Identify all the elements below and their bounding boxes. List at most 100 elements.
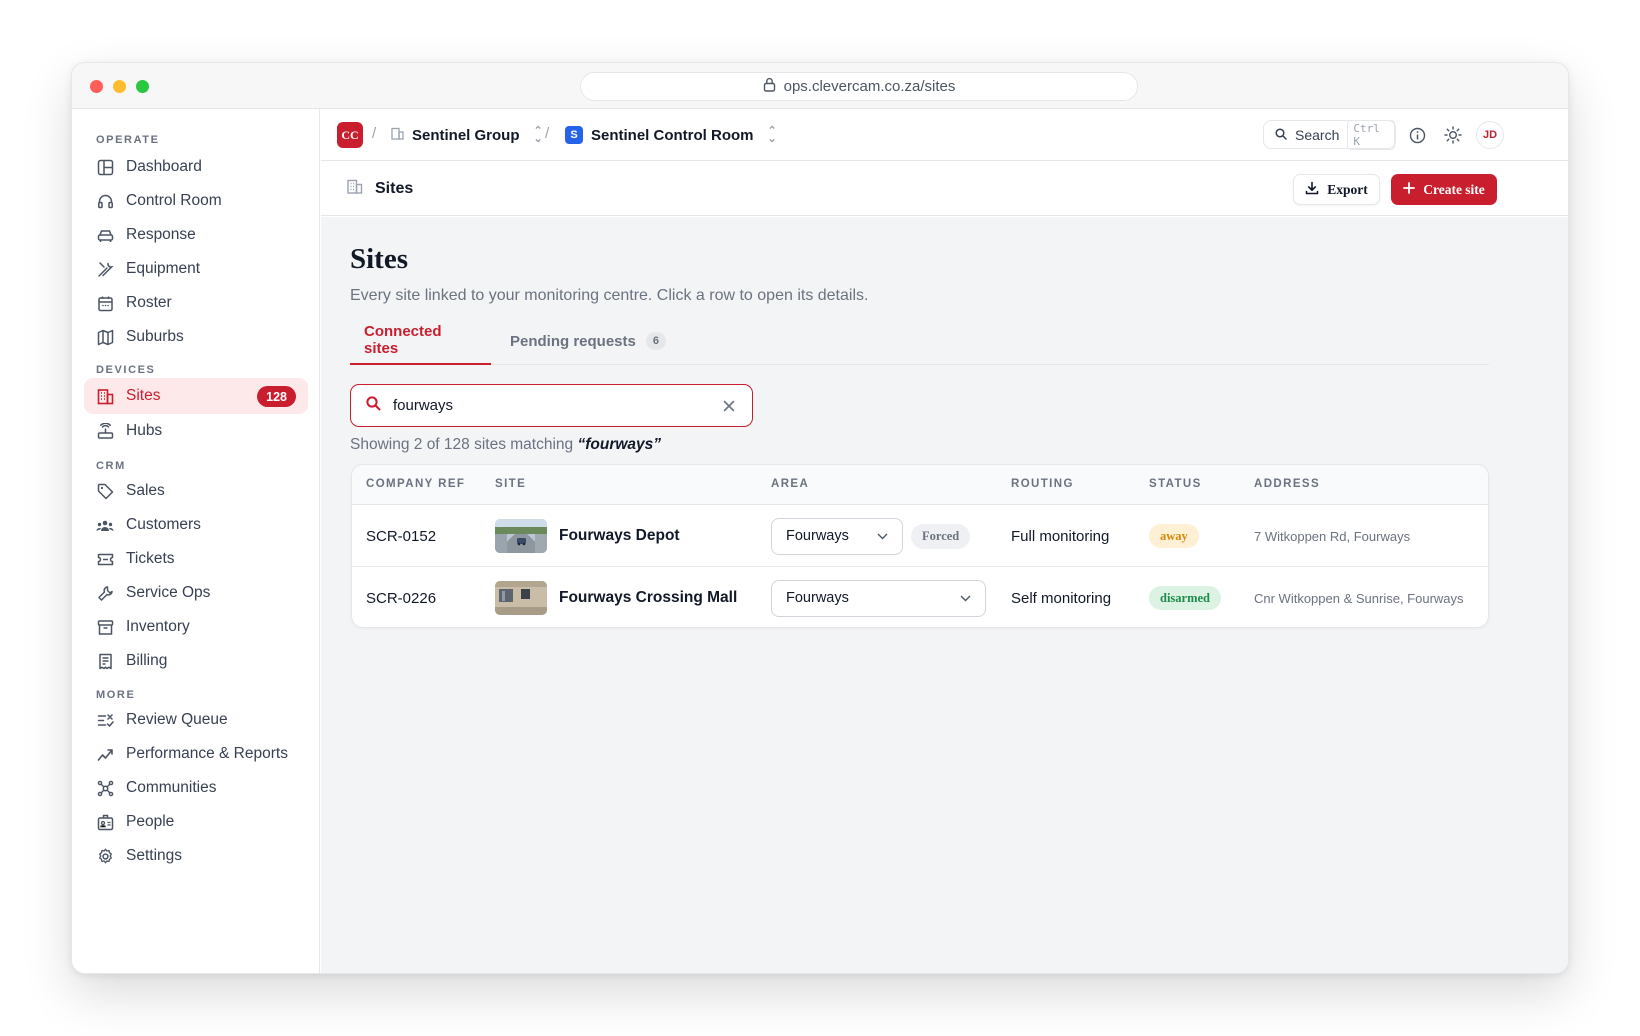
sidebar-item-review-queue[interactable]: Review Queue bbox=[84, 702, 308, 738]
search-shortcut: Ctrl K bbox=[1347, 119, 1395, 150]
global-search-button[interactable]: Search Ctrl K bbox=[1263, 119, 1396, 150]
calendar-icon bbox=[96, 294, 114, 312]
sidebar-item-billing[interactable]: Billing bbox=[84, 643, 308, 679]
sidebar-item-label: Roster bbox=[126, 294, 172, 311]
sidebar-item-sales[interactable]: Sales bbox=[84, 473, 308, 509]
sidebar-item-label: Equipment bbox=[126, 260, 201, 277]
sidebar-item-label: Sites bbox=[126, 387, 161, 404]
chevron-up-down-icon: ⌃ ⌄ bbox=[767, 125, 777, 145]
sidebar-item-response[interactable]: Response bbox=[84, 217, 308, 253]
site-cell: Fourways Crossing Mall bbox=[495, 567, 737, 627]
car-icon bbox=[96, 226, 114, 244]
site-search-input[interactable] bbox=[393, 397, 713, 414]
sites-table: COMPANY REF SITE AREA ROUTING STATUS ADD… bbox=[351, 464, 1489, 628]
control-room-name: Sentinel Control Room bbox=[591, 126, 754, 144]
sidebar-item-control-room[interactable]: Control Room bbox=[84, 183, 308, 219]
site-search-field[interactable] bbox=[350, 384, 753, 427]
tab-label: Connected sites bbox=[364, 323, 442, 357]
breadcrumb-separator: / bbox=[372, 125, 377, 142]
users-icon bbox=[96, 516, 114, 534]
tag-icon bbox=[96, 482, 114, 500]
minimize-window-button[interactable] bbox=[113, 80, 126, 93]
tab-pending-requests[interactable]: Pending requests 6 bbox=[510, 317, 666, 365]
close-window-button[interactable] bbox=[90, 80, 103, 93]
sites-count-badge: 128 bbox=[257, 386, 296, 407]
site-cell: Fourways Depot bbox=[495, 505, 680, 567]
user-avatar[interactable]: JD bbox=[1476, 121, 1504, 149]
sidebar-item-sites[interactable]: Sites 128 bbox=[84, 378, 308, 414]
sidebar-item-suburbs[interactable]: Suburbs bbox=[84, 319, 308, 355]
tools-icon bbox=[96, 260, 114, 278]
site-name[interactable]: Fourways Depot bbox=[559, 527, 680, 545]
sidebar-item-label: Review Queue bbox=[126, 711, 228, 728]
site-name[interactable]: Fourways Crossing Mall bbox=[559, 589, 737, 607]
area-select[interactable]: Fourways bbox=[771, 517, 903, 555]
area-select[interactable]: Fourways bbox=[771, 579, 986, 617]
router-icon bbox=[96, 422, 114, 440]
network-icon bbox=[96, 779, 114, 797]
page-breadcrumb-title: Sites bbox=[375, 180, 414, 197]
company-ref: SCR-0226 bbox=[366, 589, 437, 607]
org-switcher[interactable]: Sentinel Group ⌃ ⌄ bbox=[391, 122, 543, 148]
maximize-window-button[interactable] bbox=[136, 80, 149, 93]
result-query: “fourways” bbox=[577, 436, 662, 453]
pending-count-badge: 6 bbox=[645, 332, 666, 350]
area-value: Fourways bbox=[786, 590, 849, 606]
sidebar-item-inventory[interactable]: Inventory bbox=[84, 609, 308, 645]
sidebar-item-settings[interactable]: Settings bbox=[84, 838, 308, 874]
address-bar[interactable]: ops.clevercam.co.za/sites bbox=[580, 72, 1138, 101]
clear-search-icon[interactable] bbox=[720, 397, 738, 415]
column-header-site[interactable]: SITE bbox=[495, 478, 526, 490]
sidebar-item-tickets[interactable]: Tickets bbox=[84, 541, 308, 577]
tab-connected-sites[interactable]: Connected sites bbox=[350, 317, 491, 365]
theme-toggle-sun-icon[interactable] bbox=[1442, 124, 1464, 146]
org-logo[interactable]: CC bbox=[337, 122, 363, 148]
info-icon[interactable] bbox=[1406, 124, 1428, 146]
sidebar-item-dashboard[interactable]: Dashboard bbox=[84, 149, 308, 185]
sidebar-item-label: Performance & Reports bbox=[126, 745, 288, 762]
sidebar-item-label: Control Room bbox=[126, 192, 222, 209]
column-header-routing[interactable]: ROUTING bbox=[1011, 478, 1074, 490]
sidebar-item-label: Customers bbox=[126, 516, 201, 533]
control-room-switcher[interactable]: S Sentinel Control Room ⌃ ⌄ bbox=[565, 122, 777, 148]
sidebar-item-equipment[interactable]: Equipment bbox=[84, 251, 308, 287]
export-label: Export bbox=[1327, 181, 1368, 197]
chevron-down-icon bbox=[877, 528, 888, 544]
sidebar-item-customers[interactable]: Customers bbox=[84, 507, 308, 543]
create-site-button[interactable]: Create site bbox=[1391, 174, 1497, 205]
routing-cell: Full monitoring bbox=[1011, 527, 1110, 545]
table-row[interactable]: SCR-0152 Fourways Depot Fourways Forced … bbox=[352, 505, 1488, 567]
sidebar-item-label: Sales bbox=[126, 482, 165, 499]
headset-icon bbox=[96, 192, 114, 210]
sidebar-item-label: Response bbox=[126, 226, 196, 243]
sidebar-item-people[interactable]: People bbox=[84, 804, 308, 840]
column-header-company-ref[interactable]: COMPANY REF bbox=[366, 478, 465, 490]
sidebar-item-label: Inventory bbox=[126, 618, 190, 635]
column-header-area[interactable]: AREA bbox=[771, 478, 809, 490]
sidebar-section-more: MORE bbox=[96, 689, 136, 701]
chevron-up-down-icon: ⌃ ⌄ bbox=[533, 125, 543, 145]
sidebar-item-hubs[interactable]: Hubs bbox=[84, 413, 308, 449]
download-icon bbox=[1305, 181, 1319, 199]
ticket-icon bbox=[96, 550, 114, 568]
sidebar-item-communities[interactable]: Communities bbox=[84, 770, 308, 806]
sidebar-section-crm: CRM bbox=[96, 460, 126, 472]
column-header-address[interactable]: ADDRESS bbox=[1254, 478, 1320, 490]
export-button[interactable]: Export bbox=[1293, 174, 1380, 205]
column-header-status[interactable]: STATUS bbox=[1149, 478, 1202, 490]
control-room-badge: S bbox=[565, 126, 583, 144]
main-content: Sites Every site linked to your monitori… bbox=[321, 217, 1568, 973]
building-icon bbox=[391, 127, 404, 144]
area-value: Fourways bbox=[786, 528, 849, 544]
sidebar-item-label: Billing bbox=[126, 652, 168, 669]
browser-window: ops.clevercam.co.za/sites OPERATE Dashbo… bbox=[71, 62, 1569, 974]
top-navigation-bar: CC / Sentinel Group ⌃ ⌄ / S Sentinel Cont… bbox=[321, 109, 1568, 161]
company-ref: SCR-0152 bbox=[366, 527, 437, 545]
sidebar-item-roster[interactable]: Roster bbox=[84, 285, 308, 321]
table-row[interactable]: SCR-0226 Fourways Crossing Mall Fourways… bbox=[352, 567, 1488, 627]
sidebar-item-service-ops[interactable]: Service Ops bbox=[84, 575, 308, 611]
dashboard-icon bbox=[96, 158, 114, 176]
site-thumbnail bbox=[495, 581, 547, 615]
sidebar-item-performance-reports[interactable]: Performance & Reports bbox=[84, 736, 308, 772]
url-text: ops.clevercam.co.za/sites bbox=[783, 78, 956, 95]
